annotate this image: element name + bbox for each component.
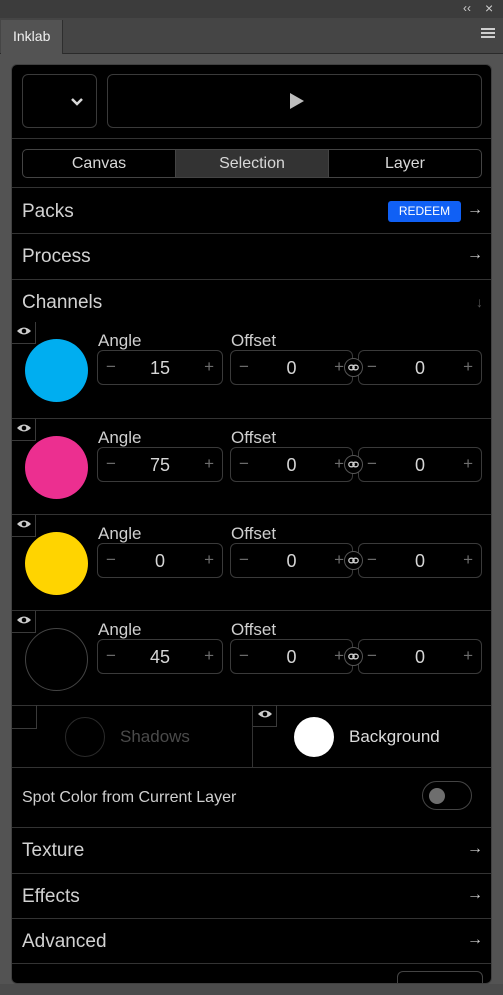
eye-icon[interactable] — [12, 611, 36, 633]
offset-y-stepper[interactable]: −0 + — [358, 639, 482, 674]
advanced-row[interactable]: Advanced → — [12, 919, 491, 964]
offset-x-stepper[interactable]: −0 + — [230, 543, 353, 578]
increment-button[interactable]: + — [463, 357, 473, 377]
increment-button[interactable]: + — [334, 646, 344, 666]
angle-label: Angle — [98, 524, 142, 543]
spot-color-label: Spot Color from Current Layer — [22, 789, 237, 806]
effects-row[interactable]: Effects → — [12, 874, 491, 919]
increment-button[interactable]: + — [204, 454, 214, 474]
link-icon[interactable] — [344, 358, 363, 377]
eye-icon[interactable] — [12, 322, 36, 344]
run-button[interactable] — [107, 74, 482, 128]
divider — [12, 767, 491, 768]
texture-label: Texture — [22, 840, 85, 861]
channel-color-swatch[interactable] — [25, 532, 88, 595]
angle-stepper[interactable]: −75 + — [97, 447, 223, 482]
angle-label: Angle — [98, 428, 142, 447]
offset-label: Offset — [231, 428, 277, 447]
angle-stepper[interactable]: −0 + — [97, 543, 223, 578]
offset-label: Offset — [231, 524, 277, 543]
arrow-right-icon[interactable]: → — [467, 931, 483, 949]
effects-label: Effects — [22, 886, 80, 907]
angle-stepper[interactable]: −15 + — [97, 350, 223, 385]
preset-dropdown[interactable] — [22, 74, 97, 128]
arrow-right-icon[interactable]: → — [467, 886, 483, 904]
texture-row[interactable]: Texture → — [12, 828, 491, 873]
inklab-panel: Canvas Selection Layer Packs REDEEM → Pr… — [11, 64, 492, 984]
divider — [12, 963, 491, 964]
tab-inklab[interactable]: Inklab — [1, 20, 63, 54]
channels-label: Channels — [22, 292, 103, 313]
eye-icon[interactable] — [12, 515, 36, 537]
arrow-down-icon[interactable]: ↓ — [476, 294, 483, 310]
shadows-visibility-box[interactable] — [12, 705, 37, 729]
offset-label: Offset — [231, 331, 277, 350]
arrow-right-icon[interactable]: → — [467, 840, 483, 858]
divider — [12, 138, 491, 139]
mode-tabs: Canvas Selection Layer — [22, 149, 482, 178]
panel-titlebar: ‹‹ × — [0, 0, 503, 18]
angle-stepper[interactable]: −45 + — [97, 639, 223, 674]
increment-button[interactable]: + — [334, 357, 344, 377]
channel-yellow: Angle Offset −0 + −0 + −0 + — [12, 515, 491, 611]
offset-y-stepper[interactable]: −0 + — [358, 543, 482, 578]
tab-layer[interactable]: Layer — [328, 150, 481, 177]
increment-button[interactable]: + — [334, 454, 344, 474]
offset-x-stepper[interactable]: −0 + — [230, 639, 353, 674]
close-panel-button[interactable]: × — [485, 0, 493, 16]
link-icon[interactable] — [344, 551, 363, 570]
arrow-right-icon[interactable]: → — [467, 201, 483, 219]
footer-control[interactable] — [397, 971, 483, 983]
channel-color-swatch[interactable] — [25, 628, 88, 691]
process-row[interactable]: Process → — [12, 234, 491, 279]
increment-button[interactable]: + — [463, 646, 473, 666]
tab-selection[interactable]: Selection — [175, 150, 328, 177]
increment-button[interactable]: + — [204, 357, 214, 377]
offset-y-stepper[interactable]: −0 + — [358, 350, 482, 385]
redeem-button[interactable]: REDEEM — [388, 201, 461, 222]
increment-button[interactable]: + — [463, 550, 473, 570]
increment-button[interactable]: + — [334, 550, 344, 570]
channel-color-swatch[interactable] — [25, 339, 88, 402]
link-icon[interactable] — [344, 647, 363, 666]
channel-color-swatch[interactable] — [25, 436, 88, 499]
angle-label: Angle — [98, 620, 142, 639]
background-toggle[interactable]: Background — [253, 705, 491, 767]
channel-magenta: Angle Offset −75 + −0 + −0 + — [12, 419, 491, 515]
background-color-swatch[interactable] — [294, 717, 334, 757]
hamburger-icon[interactable] — [481, 28, 495, 40]
packs-label: Packs — [22, 201, 74, 222]
channels-header[interactable]: Channels ↓ — [12, 280, 491, 325]
resize-grip[interactable] — [0, 984, 503, 995]
shadows-color-swatch[interactable] — [65, 717, 105, 757]
increment-button[interactable]: + — [463, 454, 473, 474]
link-icon[interactable] — [344, 455, 363, 474]
channel-black: Angle Offset −45 + −0 + −0 + — [12, 611, 491, 707]
eye-icon[interactable] — [12, 419, 36, 441]
angle-label: Angle — [98, 331, 142, 350]
divider — [12, 187, 491, 188]
tab-canvas[interactable]: Canvas — [23, 150, 175, 177]
offset-y-stepper[interactable]: −0 + — [358, 447, 482, 482]
channel-cyan: Angle Offset −15 + −0 + −0 + — [12, 322, 491, 418]
arrow-right-icon[interactable]: → — [467, 246, 483, 264]
eye-icon[interactable] — [253, 705, 277, 727]
shadows-label: Shadows — [120, 727, 190, 746]
offset-x-stepper[interactable]: −0 + — [230, 350, 353, 385]
process-label: Process — [22, 246, 91, 267]
spot-color-toggle[interactable] — [422, 781, 472, 810]
offset-label: Offset — [231, 620, 277, 639]
background-label: Background — [349, 727, 440, 746]
collapse-panel-button[interactable]: ‹‹ — [463, 1, 471, 15]
increment-button[interactable]: + — [204, 550, 214, 570]
increment-button[interactable]: + — [204, 646, 214, 666]
shadows-toggle[interactable]: Shadows — [12, 705, 252, 767]
packs-row[interactable]: Packs REDEEM → — [12, 189, 491, 234]
panel-tabbar: Inklab — [0, 18, 503, 54]
offset-x-stepper[interactable]: −0 + — [230, 447, 353, 482]
advanced-label: Advanced — [22, 931, 107, 952]
chevron-down-icon — [71, 98, 83, 106]
play-icon — [290, 93, 304, 109]
